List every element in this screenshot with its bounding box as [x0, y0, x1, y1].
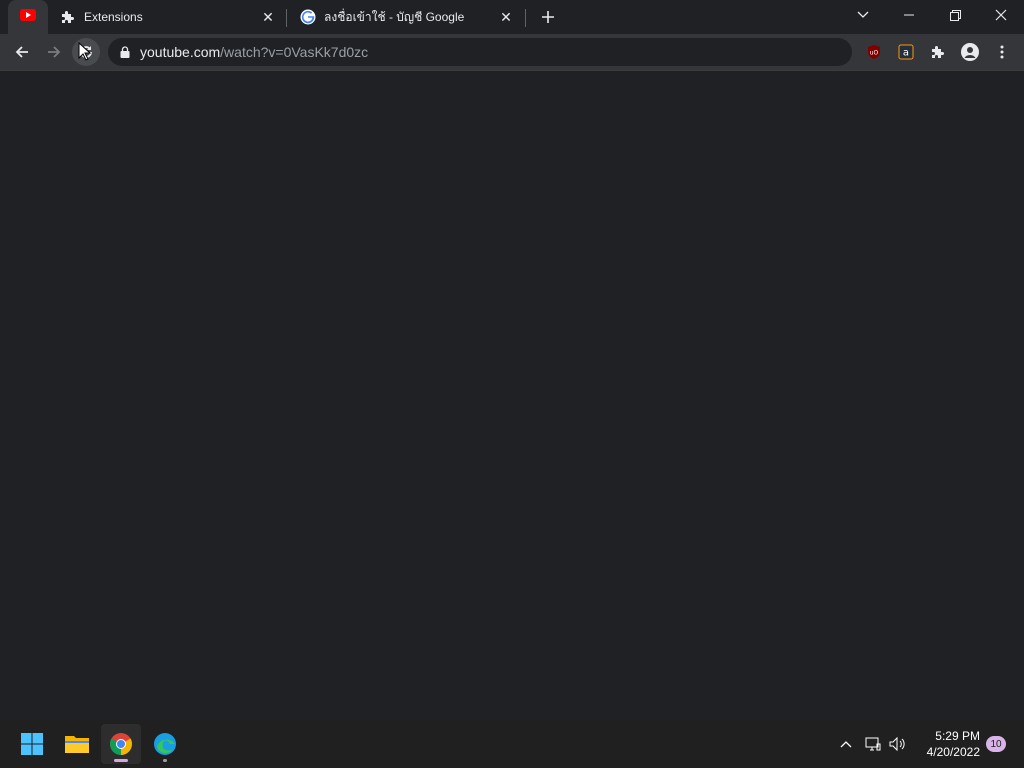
tab-search-button[interactable] [840, 0, 886, 30]
amazon-icon: a [898, 44, 914, 60]
file-explorer-icon [65, 736, 89, 753]
address-bar[interactable]: youtube.com/watch?v=0VasKk7d0zc [108, 38, 852, 66]
close-icon[interactable]: ✕ [498, 9, 514, 25]
chrome-icon [110, 733, 132, 755]
start-button[interactable] [12, 724, 52, 764]
clock-date: 4/20/2022 [926, 745, 980, 759]
tab-separator [286, 9, 287, 27]
show-hidden-icons-button[interactable] [836, 720, 856, 768]
edge-icon [154, 733, 176, 755]
tab-youtube[interactable] [8, 0, 48, 34]
chevron-up-icon [840, 741, 852, 748]
close-window-button[interactable] [978, 0, 1024, 30]
url-text[interactable]: youtube.com/watch?v=0VasKk7d0zc [140, 44, 368, 60]
minimize-icon [904, 14, 914, 16]
lock-icon[interactable] [120, 46, 130, 58]
arrow-left-icon [15, 46, 28, 58]
chrome-taskbar-button[interactable] [101, 724, 141, 764]
kebab-menu-icon [1000, 45, 1004, 59]
clock-time: 5:29 PM [935, 729, 980, 743]
chevron-down-icon [857, 11, 869, 18]
puzzle-icon [932, 46, 944, 58]
close-icon [995, 9, 1007, 21]
new-tab-button[interactable] [537, 6, 559, 28]
minimize-button[interactable] [886, 0, 932, 30]
browser-titlebar: Extensions ✕ ลงชื่อเข้าใช้ - บัญชี Googl… [0, 0, 1024, 34]
tab-extensions[interactable]: Extensions ✕ [48, 0, 286, 34]
tab-title-extensions: Extensions [84, 10, 143, 24]
mouse-cursor-icon [78, 42, 92, 61]
profile-button[interactable] [956, 38, 984, 66]
edge-taskbar-button[interactable] [145, 724, 185, 764]
windows-taskbar: 5:29 PM 4/20/2022 [0, 720, 1024, 768]
network-icon [865, 737, 881, 751]
forward-button[interactable] [40, 38, 68, 66]
network-button[interactable] [863, 720, 883, 768]
page-content[interactable] [0, 70, 1024, 720]
url-host: youtube.com [140, 44, 221, 60]
extensions-button[interactable] [924, 38, 952, 66]
google-g-icon [300, 9, 316, 25]
active-indicator [114, 759, 128, 762]
ublock-icon: uO [868, 45, 880, 59]
restore-icon [949, 9, 961, 21]
notification-badge[interactable]: 10 [986, 736, 1006, 752]
back-button[interactable] [8, 38, 36, 66]
youtube-favicon [20, 8, 36, 26]
volume-button[interactable] [888, 720, 908, 768]
close-icon[interactable]: ✕ [260, 9, 276, 25]
running-indicator [163, 759, 167, 762]
tab-google-signin[interactable]: ลงชื่อเข้าใช้ - บัญชี Google ✕ [288, 0, 524, 34]
system-clock[interactable]: 5:29 PM 4/20/2022 [914, 728, 980, 760]
menu-button[interactable] [988, 38, 1016, 66]
url-path: /watch?v=0VasKk7d0zc [220, 44, 369, 60]
puzzle-icon [60, 9, 76, 25]
arrow-right-icon [48, 46, 61, 58]
svg-text:a: a [903, 48, 909, 59]
file-explorer-button[interactable] [57, 724, 97, 764]
windows-start-icon [21, 733, 43, 755]
amazon-extension-button[interactable]: a [892, 38, 920, 66]
ublock-extension-button[interactable]: uO [860, 38, 888, 66]
restore-button[interactable] [932, 0, 978, 30]
volume-icon [889, 737, 905, 751]
svg-text:uO: uO [870, 50, 879, 57]
tab-title-google: ลงชื่อเข้าใช้ - บัญชี Google [324, 9, 465, 24]
tab-separator [525, 9, 526, 27]
plus-icon [542, 11, 554, 23]
avatar-icon [961, 43, 979, 61]
